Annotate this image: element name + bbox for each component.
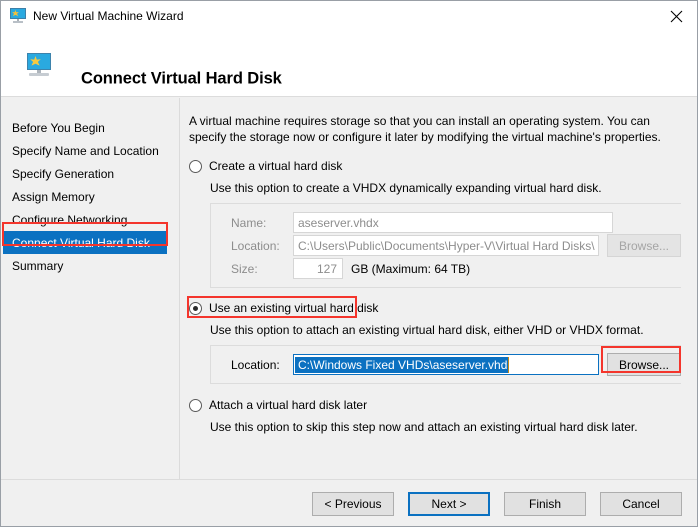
sidebar-item-assign-memory[interactable]: Assign Memory — [1, 185, 179, 208]
size-field-row: Size: 127 GB (Maximum: 64 TB) — [211, 257, 681, 280]
intro-text: A virtual machine requires storage so th… — [189, 114, 661, 144]
wizard-content: A virtual machine requires storage so th… — [181, 98, 697, 479]
page-title: Connect Virtual Hard Disk — [81, 69, 282, 88]
name-field-row: Name: aseserver.vhdx — [211, 211, 681, 234]
location-input[interactable]: C:\Users\Public\Documents\Hyper-V\Virtua… — [293, 235, 599, 256]
option-description: Use this option to create a VHDX dynamic… — [210, 181, 602, 195]
radio-button-unchecked-icon — [189, 160, 202, 173]
next-button[interactable]: Next > — [408, 492, 490, 516]
option-description: Use this option to attach an existing vi… — [210, 323, 644, 337]
location-field-row: Location: C:\Users\Public\Documents\Hype… — [211, 234, 681, 257]
virtual-machine-icon — [10, 8, 26, 24]
name-label: Name: — [231, 215, 267, 230]
size-label: Size: — [231, 261, 258, 276]
sidebar-item-label: Summary — [12, 258, 64, 273]
option-attach-later: Attach a virtual hard disk later Use thi… — [189, 397, 681, 435]
wizard-footer: < Previous Next > Finish Cancel — [1, 479, 697, 526]
titlebar: New Virtual Machine Wizard — [1, 1, 697, 31]
sidebar-item-specify-generation[interactable]: Specify Generation — [1, 162, 179, 185]
sidebar-item-configure-networking[interactable]: Configure Networking — [1, 208, 179, 231]
finish-button[interactable]: Finish — [504, 492, 586, 516]
radio-label: Attach a virtual hard disk later — [209, 398, 368, 412]
size-input[interactable]: 127 — [293, 258, 343, 279]
sidebar-item-before-you-begin[interactable]: Before You Begin — [1, 116, 179, 139]
selected-text: C:\Windows Fixed VHDs\aseserver.vhd — [295, 356, 510, 373]
radio-label: Create a virtual hard disk — [209, 159, 343, 173]
wizard-steps-sidebar: Before You Begin Specify Name and Locati… — [1, 98, 180, 479]
window-title: New Virtual Machine Wizard — [33, 9, 184, 23]
virtual-machine-icon — [23, 51, 55, 81]
radio-button-unchecked-icon — [189, 399, 202, 412]
previous-button[interactable]: < Previous — [312, 492, 394, 516]
radio-attach-a-virtual-hard-disk-later[interactable]: Attach a virtual hard disk later — [189, 397, 681, 415]
name-input[interactable]: aseserver.vhdx — [293, 212, 613, 233]
create-disk-fields-panel: Name: aseserver.vhdx Location: C:\Users\… — [210, 203, 681, 288]
sidebar-item-summary[interactable]: Summary — [1, 254, 179, 277]
location-label: Location: — [231, 357, 280, 372]
sidebar-item-label: Specify Generation — [12, 166, 115, 181]
existing-location-field-row: Location: C:\Windows Fixed VHDs\aseserve… — [211, 353, 681, 376]
option-create-new-disk: Create a virtual hard disk Use this opti… — [189, 158, 681, 288]
cancel-button[interactable]: Cancel — [600, 492, 682, 516]
option-use-existing-disk: Use an existing virtual hard disk Use th… — [189, 300, 681, 384]
wizard-body: Before You Begin Specify Name and Locati… — [1, 98, 697, 479]
radio-button-checked-icon — [189, 302, 202, 315]
existing-location-input[interactable]: C:\Windows Fixed VHDs\aseserver.vhd — [293, 354, 599, 375]
sidebar-item-label: Specify Name and Location — [12, 143, 159, 158]
radio-create-a-virtual-hard-disk[interactable]: Create a virtual hard disk — [189, 158, 681, 176]
close-icon[interactable] — [653, 1, 697, 31]
sidebar-item-label: Assign Memory — [12, 189, 95, 204]
sidebar-item-label: Before You Begin — [12, 120, 105, 135]
page-header: Connect Virtual Hard Disk — [1, 31, 697, 97]
sidebar-item-connect-virtual-hard-disk[interactable]: Connect Virtual Hard Disk — [3, 231, 167, 254]
radio-label: Use an existing virtual hard disk — [209, 301, 379, 315]
sidebar-item-label: Connect Virtual Hard Disk — [12, 235, 150, 250]
existing-browse-button[interactable]: Browse... — [607, 353, 681, 376]
new-virtual-machine-wizard-window: New Virtual Machine Wizard Connect Virtu… — [0, 0, 698, 527]
size-units-label: GB (Maximum: 64 TB) — [351, 261, 471, 276]
location-label: Location: — [231, 238, 280, 253]
sidebar-item-specify-name-and-location[interactable]: Specify Name and Location — [1, 139, 179, 162]
option-description: Use this option to skip this step now an… — [210, 420, 638, 434]
existing-disk-fields-panel: Location: C:\Windows Fixed VHDs\aseserve… — [210, 345, 681, 384]
radio-use-an-existing-virtual-hard-disk[interactable]: Use an existing virtual hard disk — [189, 300, 681, 318]
browse-button[interactable]: Browse... — [607, 234, 681, 257]
footer-button-group: < Previous Next > Finish Cancel — [312, 492, 682, 516]
sidebar-item-label: Configure Networking — [12, 212, 128, 227]
